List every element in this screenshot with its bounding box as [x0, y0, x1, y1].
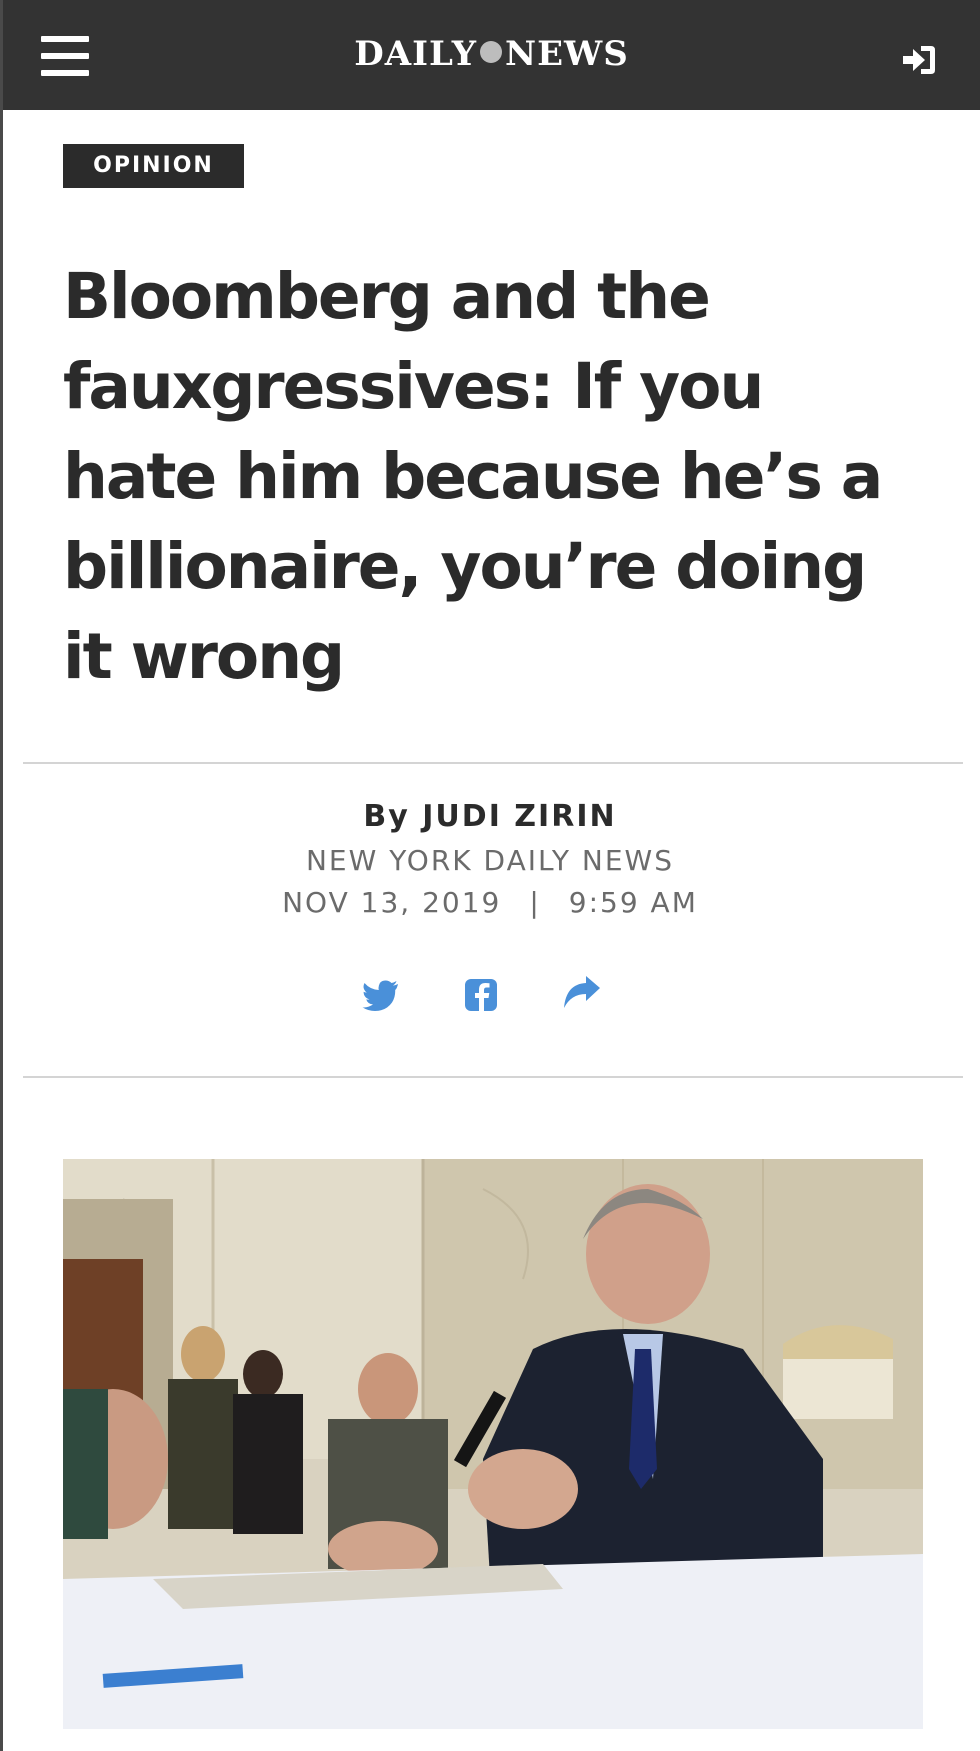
article-headline: Bloomberg and the fauxgressives: If you …: [63, 260, 883, 693]
share-arrow-icon[interactable]: [560, 974, 604, 1016]
publish-date: NOV 13, 2019: [282, 886, 502, 919]
divider: [23, 1076, 963, 1078]
article-lead-photo[interactable]: [63, 1159, 923, 1729]
section-badge-opinion[interactable]: OPINION: [63, 144, 244, 188]
daily-news-logo[interactable]: DAILY NEWS: [3, 34, 980, 74]
publication-source: NEW YORK DAILY NEWS: [305, 844, 674, 877]
logo-seal-icon: [480, 41, 503, 63]
byline-prefix: By: [363, 799, 410, 834]
logo-word-news: NEWS: [505, 34, 629, 74]
date-time-separator: |: [529, 886, 541, 919]
twitter-icon[interactable]: [360, 974, 402, 1016]
publish-time: 9:59 AM: [568, 886, 698, 919]
top-navigation-bar: DAILY NEWS: [3, 0, 980, 110]
divider: [23, 762, 963, 764]
sign-in-icon[interactable]: [899, 42, 939, 78]
dateline: NOV 13, 2019 | 9:59 AM: [0, 884, 980, 922]
logo-word-daily: DAILY: [354, 34, 478, 74]
facebook-icon[interactable]: [460, 974, 502, 1016]
byline: By JUDI ZIRIN: [0, 797, 980, 837]
author-name[interactable]: JUDI ZIRIN: [422, 799, 616, 834]
